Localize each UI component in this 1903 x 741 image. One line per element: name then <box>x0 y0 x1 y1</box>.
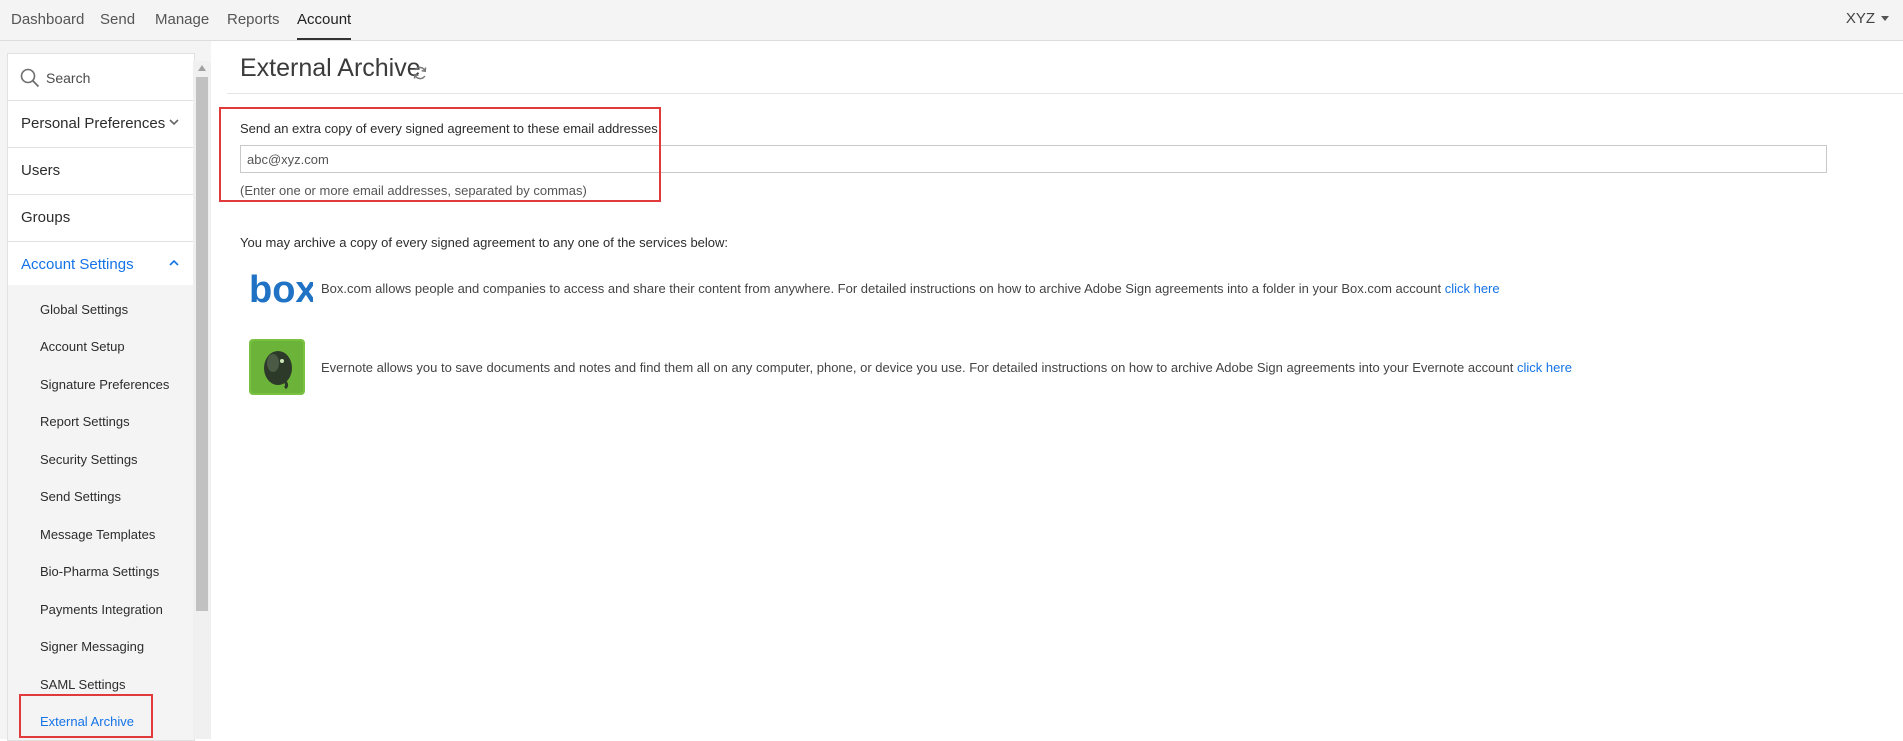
scroll-up-arrow-icon[interactable] <box>198 65 206 71</box>
sidebar-item-label: Users <box>21 162 61 179</box>
chevron-up-icon <box>169 259 179 266</box>
sidebar-item-label: Personal Preferences <box>21 115 166 132</box>
archive-services-intro: You may archive a copy of every signed a… <box>240 235 729 250</box>
sidebar-item-account-settings[interactable]: Account Settings <box>8 242 194 289</box>
user-menu[interactable]: XYZ <box>1846 10 1889 27</box>
submenu-account-setup[interactable]: Account Setup <box>40 339 125 354</box>
tab-manage[interactable]: Manage <box>155 11 209 28</box>
submenu-saml-settings[interactable]: SAML Settings <box>40 677 126 692</box>
main-content: External Archive Send an extra copy of e… <box>219 41 1903 739</box>
box-logo-text: box <box>249 272 313 310</box>
sidebar-item-groups[interactable]: Groups <box>8 195 194 242</box>
highlight-box-email <box>219 107 661 202</box>
sidebar-item-label: Account Settings <box>21 256 134 273</box>
page-title: External Archive <box>240 54 421 82</box>
submenu-send-settings[interactable]: Send Settings <box>40 489 121 504</box>
evernote-description-text: Evernote allows you to save documents an… <box>321 360 1514 375</box>
highlight-box-sidebar <box>19 694 153 738</box>
caret-down-icon <box>1881 16 1889 21</box>
service-row-evernote: Evernote allows you to save documents an… <box>249 339 1849 395</box>
tab-reports[interactable]: Reports <box>227 11 280 28</box>
submenu-security-settings[interactable]: Security Settings <box>40 452 138 467</box>
search-input[interactable]: Search <box>46 70 90 86</box>
sidebar-item-label: Groups <box>21 209 71 226</box>
sidebar-search[interactable]: Search <box>8 54 194 101</box>
submenu-signer-messaging[interactable]: Signer Messaging <box>40 639 144 654</box>
sidebar: Search Personal Preferences Users Groups… <box>0 41 211 741</box>
submenu-bio-pharma-settings[interactable]: Bio-Pharma Settings <box>40 564 159 579</box>
chevron-down-icon <box>169 119 179 126</box>
box-logo-icon: box <box>249 272 313 310</box>
box-click-here-link[interactable]: click here <box>1445 281 1500 296</box>
title-divider <box>227 93 1903 94</box>
service-row-box: box Box.com allows people and companies … <box>249 266 1849 322</box>
sidebar-item-users[interactable]: Users <box>8 148 194 195</box>
submenu-global-settings[interactable]: Global Settings <box>40 302 128 317</box>
evernote-description: Evernote allows you to save documents an… <box>321 360 1572 375</box>
top-navigation: Dashboard Send Manage Reports Account XY… <box>0 0 1903 41</box>
sidebar-scrollbar[interactable] <box>193 61 211 739</box>
sidebar-panel: Search Personal Preferences Users Groups… <box>7 53 195 741</box>
scrollbar-thumb[interactable] <box>196 77 208 611</box>
refresh-icon[interactable] <box>412 65 428 81</box>
account-settings-submenu: Global Settings Account Setup Signature … <box>8 285 194 740</box>
box-description: Box.com allows people and companies to a… <box>321 281 1500 296</box>
tab-send[interactable]: Send <box>100 11 135 28</box>
submenu-signature-preferences[interactable]: Signature Preferences <box>40 377 169 392</box>
box-description-text: Box.com allows people and companies to a… <box>321 281 1442 296</box>
submenu-message-templates[interactable]: Message Templates <box>40 527 155 542</box>
evernote-click-here-link[interactable]: click here <box>1517 360 1572 375</box>
tab-account[interactable]: Account <box>297 11 352 40</box>
tab-dashboard[interactable]: Dashboard <box>11 11 84 28</box>
sidebar-item-personal-preferences[interactable]: Personal Preferences <box>8 101 194 148</box>
submenu-payments-integration[interactable]: Payments Integration <box>40 602 163 617</box>
user-name: XYZ <box>1845 10 1875 27</box>
evernote-logo-icon <box>249 339 305 395</box>
search-icon <box>20 68 40 88</box>
submenu-report-settings[interactable]: Report Settings <box>40 414 130 429</box>
